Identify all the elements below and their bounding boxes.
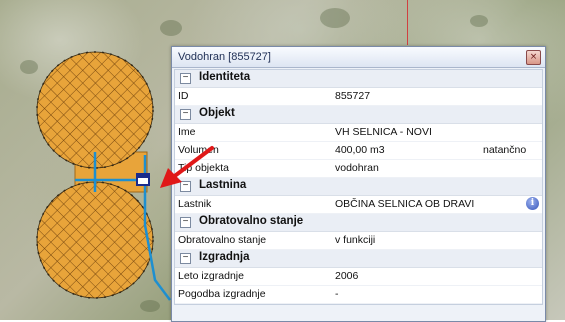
pointer-arrow-icon (160, 146, 214, 188)
